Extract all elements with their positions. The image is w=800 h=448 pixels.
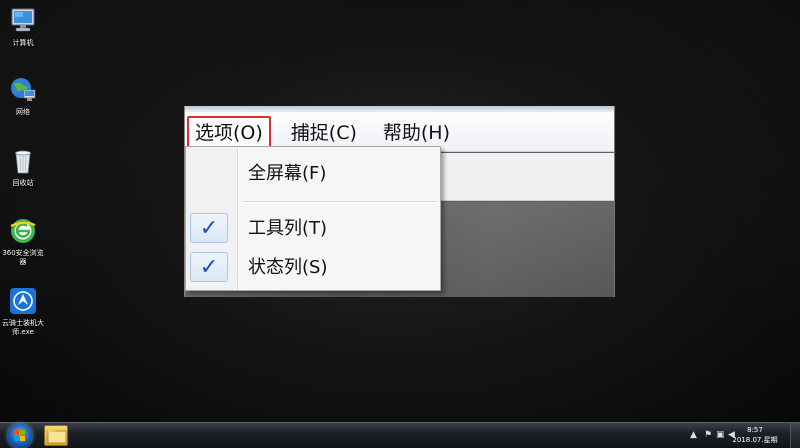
start-button[interactable] (8, 424, 32, 448)
network-tray-icon[interactable]: ▣ (716, 430, 726, 440)
checkmark-icon: ✓ (190, 252, 228, 282)
desktop-icon-label: 网络 (16, 108, 30, 116)
action-center-flag-icon[interactable]: ⚑ (704, 430, 714, 440)
clock-time: 8:57 (747, 426, 763, 434)
checkmark-icon: ✓ (190, 213, 228, 243)
show-desktop-button[interactable] (790, 423, 800, 448)
clock[interactable]: 8:57 2018.07.星期一 (730, 425, 780, 448)
clock-date: 2018.07.星期一 (732, 436, 778, 448)
menu-item-statusbar[interactable]: ✓ 状态列(S) (186, 248, 440, 284)
network-icon (8, 75, 38, 105)
desktop-icon-computer[interactable]: 计算机 (0, 6, 46, 48)
menu-item-toolbar[interactable]: ✓ 工具列(T) (186, 209, 440, 245)
desktop-icon-label: 360安全浏览器 (2, 249, 44, 266)
desktop-icon-label: 回收站 (12, 179, 34, 187)
app-window: 选项(O) 捕捉(C) 帮助(H) 全屏幕(F) ✓ 工具列(T) ✓ 状态列(… (184, 106, 615, 297)
folder-icon (47, 429, 67, 444)
explorer-taskbar-button[interactable] (44, 425, 68, 446)
desktop-icon-network[interactable]: 网络 (0, 75, 46, 117)
recycle-bin-icon (8, 146, 38, 176)
system-tray: ▲ ⚑ ▣ ◀ 8:57 2018.07.星期一 (680, 423, 800, 448)
computer-icon (8, 6, 38, 36)
menu-item-label: 工具列(T) (248, 218, 328, 239)
menu-capture[interactable]: 捕捉(C) (285, 116, 363, 148)
desktop-icon-label: 云骑士装机大师.exe (2, 319, 44, 336)
options-dropdown-menu: 全屏幕(F) ✓ 工具列(T) ✓ 状态列(S) (185, 146, 441, 291)
desktop-icon-label: 计算机 (12, 39, 34, 47)
taskbar: ▲ ⚑ ▣ ◀ 8:57 2018.07.星期一 (0, 422, 800, 448)
desktop-icon-recycle-bin[interactable]: 回收站 (0, 146, 46, 188)
browser-360-icon (8, 216, 38, 246)
menu-options[interactable]: 选项(O) (187, 115, 271, 148)
menu-item-label: 状态列(S) (248, 257, 328, 278)
windows-logo-icon (14, 430, 26, 442)
menu-item-label: 全屏幕(F) (248, 163, 327, 184)
menu-help[interactable]: 帮助(H) (377, 116, 456, 148)
desktop-icon-yunqishi[interactable]: 云骑士装机大师.exe (0, 286, 46, 337)
menu-separator (244, 201, 436, 203)
menu-item-fullscreen[interactable]: 全屏幕(F) (186, 154, 440, 190)
yunqishi-installer-icon (8, 286, 38, 316)
show-hidden-icons-icon[interactable]: ▲ (690, 430, 700, 440)
desktop-icon-360-browser[interactable]: 360安全浏览器 (0, 216, 46, 267)
